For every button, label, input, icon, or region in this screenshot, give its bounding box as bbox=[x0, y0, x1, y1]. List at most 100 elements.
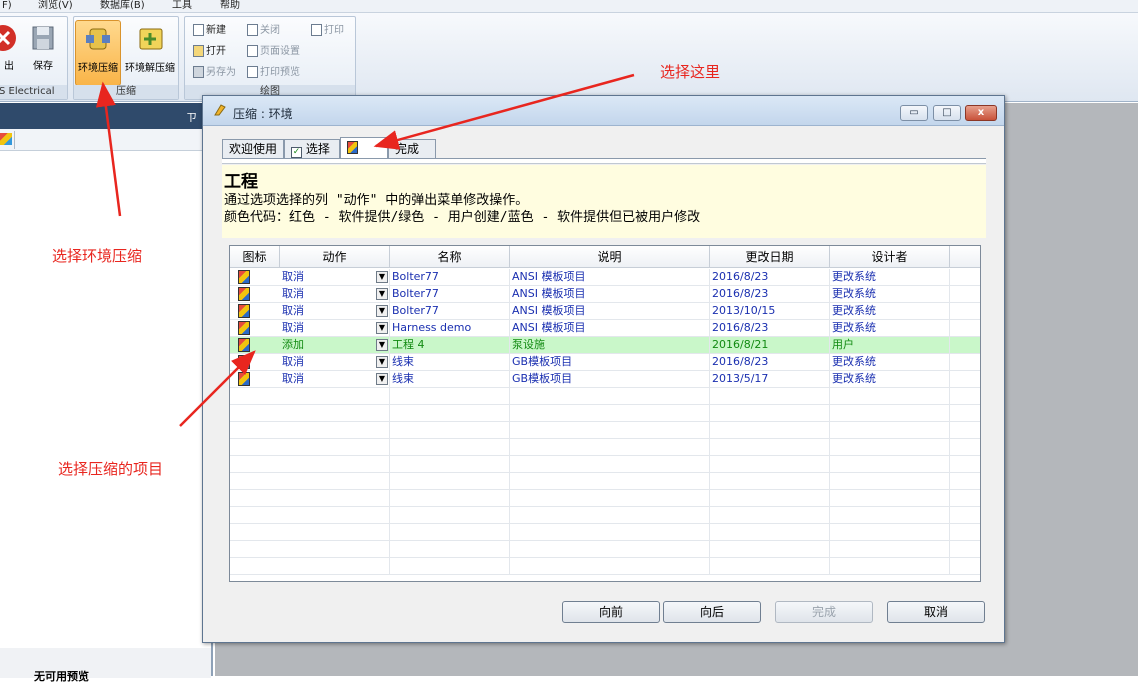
new-button[interactable]: 新建 bbox=[193, 23, 226, 39]
exit-button[interactable]: 出 bbox=[0, 21, 23, 85]
saveas-button[interactable]: 另存为 bbox=[193, 65, 236, 81]
empty-cell bbox=[712, 507, 830, 524]
cell-date: 2013/10/15 bbox=[712, 303, 830, 320]
cell-action[interactable]: 取消 bbox=[282, 320, 390, 337]
tab-welcome[interactable]: 欢迎使用 bbox=[222, 139, 284, 159]
table-row[interactable]: 取消 线束 GB模板项目 2016/8/23 更改系统 ▼ bbox=[230, 354, 980, 371]
print-icon bbox=[311, 24, 322, 36]
empty-cell bbox=[512, 405, 710, 422]
column-header-action[interactable]: 动作 bbox=[280, 246, 390, 268]
dialog-titlebar[interactable]: 压缩 : 环境 ▭ □ x bbox=[203, 96, 1004, 126]
empty-cell bbox=[832, 490, 950, 507]
cell-action[interactable]: 添加 bbox=[282, 337, 390, 354]
back-button[interactable]: 向前 bbox=[562, 601, 660, 623]
action-dropdown-icon[interactable]: ▼ bbox=[376, 288, 388, 300]
column-header-description[interactable]: 说明 bbox=[510, 246, 710, 268]
print-preview-button[interactable]: 打印预览 bbox=[247, 65, 300, 81]
action-dropdown-icon[interactable]: ▼ bbox=[376, 322, 388, 334]
maximize-button[interactable]: □ bbox=[933, 105, 961, 121]
cell-designer: 更改系统 bbox=[832, 354, 950, 371]
cell-description: GB模板项目 bbox=[512, 371, 710, 388]
empty-cell bbox=[392, 473, 510, 490]
toolbar-divider bbox=[14, 131, 15, 149]
menu-item-help[interactable]: 帮助 bbox=[220, 0, 240, 12]
save-button[interactable]: 保存 bbox=[23, 21, 63, 85]
column-header-icon[interactable]: 图标 bbox=[230, 246, 280, 268]
close-doc-button[interactable]: 关闭 bbox=[247, 23, 280, 39]
menu-item-view[interactable]: 浏览(V) bbox=[38, 0, 73, 12]
page-setup-button[interactable]: 页面设置 bbox=[247, 44, 300, 60]
empty-cell bbox=[832, 405, 950, 422]
environment-decompress-button[interactable]: 环境解压缩 bbox=[124, 21, 176, 85]
open-button[interactable]: 打开 bbox=[193, 44, 226, 60]
menu-item-tools[interactable]: 工具 bbox=[172, 0, 192, 12]
cell-designer: 更改系统 bbox=[832, 286, 950, 303]
info-box: 工程 通过选项选择的列 "动作" 中的弹出菜单修改操作。 颜色代码：红色 - 软… bbox=[222, 165, 986, 238]
cell-designer: 更改系统 bbox=[832, 269, 950, 286]
menu-item-database[interactable]: 数据库(B) bbox=[100, 0, 145, 12]
cell-name: Bolter77 bbox=[392, 286, 510, 303]
tab-select[interactable]: ✓ 选择 bbox=[284, 139, 340, 159]
compress-dialog: 压缩 : 环境 ▭ □ x 欢迎使用 ✓ 选择 完成 工程 通过选项选择的列 "… bbox=[202, 95, 1005, 643]
project-icon bbox=[238, 287, 250, 301]
cell-name: 线束 bbox=[392, 354, 510, 371]
action-dropdown-icon[interactable]: ▼ bbox=[376, 305, 388, 317]
save-icon bbox=[31, 23, 55, 53]
save-label: 保存 bbox=[33, 61, 53, 72]
environment-icon[interactable] bbox=[0, 133, 12, 145]
empty-cell bbox=[392, 524, 510, 541]
cell-action[interactable]: 取消 bbox=[282, 269, 390, 286]
column-header-modified[interactable]: 更改日期 bbox=[710, 246, 830, 268]
checkbox-icon: ✓ bbox=[291, 147, 302, 158]
table-row[interactable]: 取消 线束 GB模板项目 2013/5/17 更改系统 ▼ bbox=[230, 371, 980, 388]
action-dropdown-icon[interactable]: ▼ bbox=[376, 356, 388, 368]
cell-designer: 更改系统 bbox=[832, 320, 950, 337]
dialog-title: 压缩 : 环境 bbox=[233, 107, 293, 121]
empty-cell bbox=[712, 405, 830, 422]
finish-button[interactable]: 完成 bbox=[775, 601, 873, 623]
column-header-designer[interactable]: 设计者 bbox=[830, 246, 950, 268]
cell-date: 2013/5/17 bbox=[712, 371, 830, 388]
table-row bbox=[230, 439, 980, 456]
table-row bbox=[230, 388, 980, 405]
empty-cell bbox=[712, 456, 830, 473]
table-row[interactable]: 取消 Bolter77 ANSI 模板项目 2013/10/15 更改系统 ▼ bbox=[230, 303, 980, 320]
print-preview-icon bbox=[247, 66, 258, 78]
empty-cell bbox=[712, 422, 830, 439]
empty-cell bbox=[282, 388, 390, 405]
cell-action[interactable]: 取消 bbox=[282, 371, 390, 388]
tab-finish[interactable]: 完成 bbox=[388, 139, 436, 159]
empty-cell bbox=[712, 541, 830, 558]
cell-description: GB模板项目 bbox=[512, 354, 710, 371]
cancel-button[interactable]: 取消 bbox=[887, 601, 985, 623]
pin-icon[interactable]: ㄗ bbox=[186, 109, 197, 125]
cell-action[interactable]: 取消 bbox=[282, 354, 390, 371]
action-dropdown-icon[interactable]: ▼ bbox=[376, 271, 388, 283]
empty-cell bbox=[392, 541, 510, 558]
table-row[interactable]: 取消 Harness demo ANSI 模板项目 2016/8/23 更改系统 ▼ bbox=[230, 320, 980, 337]
table-row bbox=[230, 405, 980, 422]
minimize-button[interactable]: ▭ bbox=[900, 105, 928, 121]
action-dropdown-icon[interactable]: ▼ bbox=[376, 339, 388, 351]
table-row[interactable]: 添加 工程 4 泵设施 2016/8/21 用户 ▼ bbox=[230, 337, 980, 354]
print-button[interactable]: 打印 bbox=[311, 23, 344, 39]
next-button[interactable]: 向后 bbox=[663, 601, 761, 623]
close-button[interactable]: x bbox=[965, 105, 997, 121]
empty-cell bbox=[832, 558, 950, 575]
cell-action[interactable]: 取消 bbox=[282, 286, 390, 303]
tab-items[interactable] bbox=[340, 137, 388, 159]
close-doc-icon bbox=[247, 24, 258, 36]
left-panel-toolbar bbox=[0, 129, 211, 151]
close-doc-label: 关闭 bbox=[260, 25, 280, 36]
action-dropdown-icon[interactable]: ▼ bbox=[376, 373, 388, 385]
cell-action[interactable]: 取消 bbox=[282, 303, 390, 320]
column-header-name[interactable]: 名称 bbox=[390, 246, 510, 268]
menu-item-file[interactable]: F) bbox=[2, 0, 12, 12]
cell-date: 2016/8/23 bbox=[712, 269, 830, 286]
empty-cell bbox=[512, 541, 710, 558]
environment-compress-button[interactable]: 环境压缩 bbox=[75, 20, 121, 86]
print-label: 打印 bbox=[324, 25, 344, 36]
table-row[interactable]: 取消 Bolter77 ANSI 模板项目 2016/8/23 更改系统 ▼ bbox=[230, 269, 980, 286]
table-row[interactable]: 取消 Bolter77 ANSI 模板项目 2016/8/23 更改系统 ▼ bbox=[230, 286, 980, 303]
cell-name: Harness demo bbox=[392, 320, 510, 337]
